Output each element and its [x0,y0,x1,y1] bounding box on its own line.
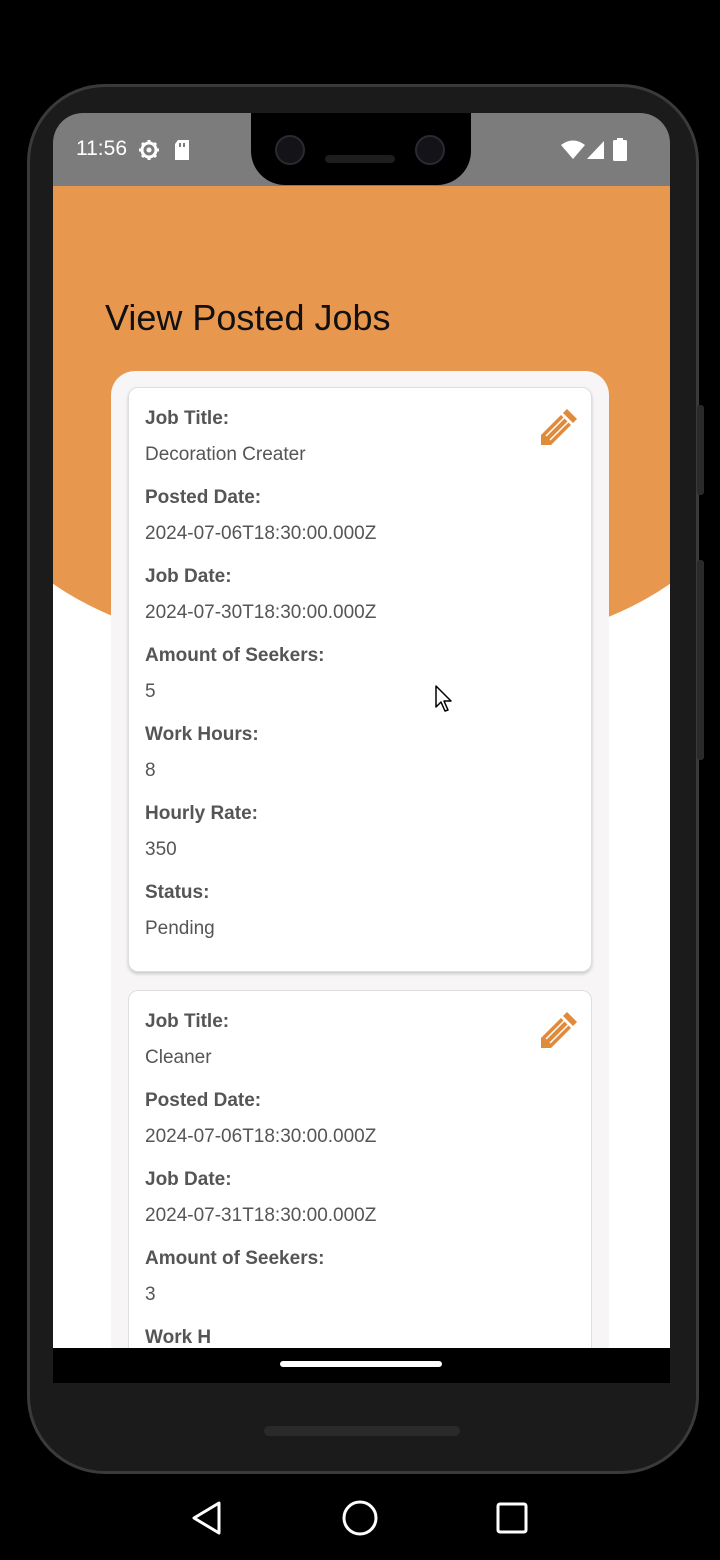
recents-icon[interactable] [495,1501,529,1535]
posted-date-value: 2024-07-06T18:30:00.000Z [145,523,377,544]
mouse-cursor-icon [435,685,452,712]
hourly-rate-value: 350 [145,839,177,860]
seekers-value: 3 [145,1284,156,1305]
home-icon[interactable] [341,1499,379,1537]
bottom-speaker [264,1426,460,1436]
posted-date-label: Posted Date: [145,1090,262,1111]
status-time: 11:56 [76,137,127,160]
job-title-label: Job Title: [145,408,230,429]
wifi-icon [561,140,585,159]
seekers-label: Amount of Seekers: [145,645,325,666]
status-value: Pending [145,918,215,939]
front-camera-left [275,135,305,165]
job-title-value: Cleaner [145,1047,212,1068]
job-card: Job Title: Decoration Creater Posted Dat… [128,387,592,972]
job-date-value: 2024-07-30T18:30:00.000Z [145,602,377,623]
job-card: Job Title: Cleaner Posted Date: 2024-07-… [128,990,592,1348]
posted-date-value: 2024-07-06T18:30:00.000Z [145,1126,377,1147]
job-title-label: Job Title: [145,1011,230,1032]
signal-icon [587,141,604,159]
status-label: Status: [145,882,210,903]
seekers-label: Amount of Seekers: [145,1248,325,1269]
status-bar: 11:56 [53,113,670,186]
gesture-bar [53,1348,670,1383]
settings-gear-icon [139,140,159,160]
hourly-rate-label: Hourly Rate: [145,803,258,824]
job-date-label: Job Date: [145,566,232,587]
power-button [697,405,704,495]
earpiece-speaker [325,155,395,163]
front-camera-right [415,135,445,165]
battery-icon [613,138,627,161]
sd-card-icon [175,140,189,160]
pencil-icon[interactable] [537,1008,581,1052]
home-indicator[interactable] [280,1361,442,1367]
app-content: View Posted Jobs Job Title: Decoration C… [53,186,670,1348]
job-title-value: Decoration Creater [145,444,306,465]
page-title: View Posted Jobs [105,297,391,338]
seekers-value: 5 [145,681,156,702]
device-screen: 11:56 View Posted Jobs Job Title: Decora… [53,113,670,1383]
posted-date-label: Posted Date: [145,487,262,508]
camera-notch [251,113,471,185]
work-hours-label: Work Hours: [145,724,259,745]
job-date-label: Job Date: [145,1169,232,1190]
work-hours-value: 8 [145,760,156,781]
back-icon[interactable] [190,1500,224,1536]
work-hours-label: Work H [145,1327,212,1348]
volume-button [697,560,704,760]
job-date-value: 2024-07-31T18:30:00.000Z [145,1205,377,1226]
pencil-icon[interactable] [537,405,581,449]
